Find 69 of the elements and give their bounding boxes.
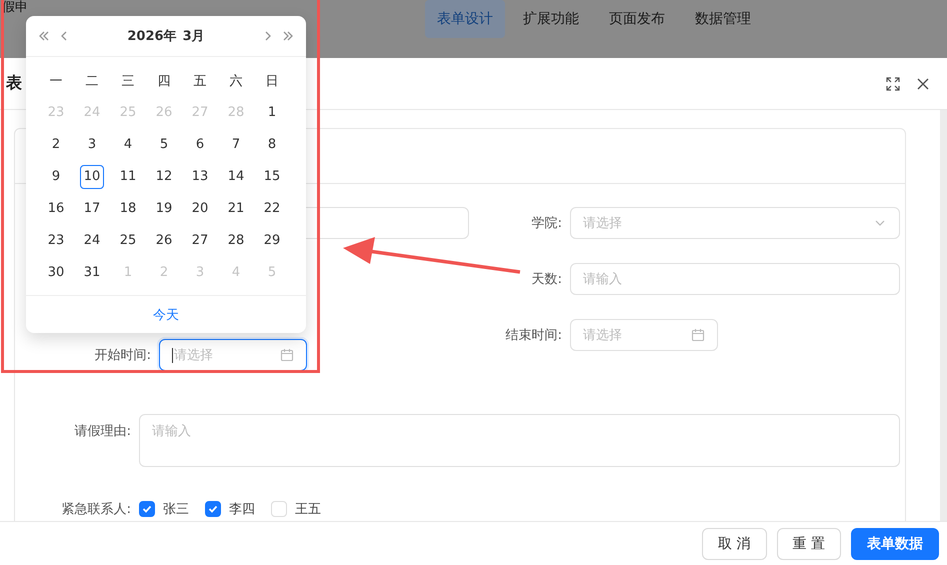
submit-button[interactable]: 表单数据 (851, 528, 939, 560)
dialog-title: 表 (6, 73, 22, 94)
nav-tab[interactable]: 数据管理 (683, 0, 763, 38)
year-label[interactable]: 2026年 (127, 27, 177, 45)
weekday-label: 三 (120, 73, 136, 91)
calendar-day[interactable]: 19 (146, 193, 182, 225)
field-label: 天数: (532, 271, 562, 288)
weekday-label: 日 (264, 73, 280, 91)
check-icon (208, 504, 218, 514)
weekday-label: 六 (228, 73, 244, 91)
checkbox-label: 张三 (163, 501, 189, 518)
calendar-day[interactable]: 7 (218, 129, 254, 161)
field-label: 结束时间: (506, 327, 562, 344)
checkbox-label: 王五 (295, 501, 321, 518)
calendar-day[interactable]: 24 (74, 225, 110, 257)
calendar-day[interactable]: 2 (38, 129, 74, 161)
month-label[interactable]: 3月 (182, 27, 205, 45)
calendar-day[interactable]: 8 (254, 129, 290, 161)
calendar-day[interactable]: 31 (74, 257, 110, 289)
calendar-day[interactable]: 15 (254, 161, 290, 193)
placeholder-text: 请选择 (583, 327, 622, 344)
calendar-day[interactable]: 4 (110, 129, 146, 161)
calendar-icon (691, 328, 705, 342)
placeholder-text: 请选择 (583, 215, 622, 232)
today-link[interactable]: 今天 (153, 306, 179, 324)
calendar-day[interactable]: 29 (254, 225, 290, 257)
nav-tab[interactable]: 扩展功能 (511, 0, 591, 38)
placeholder-text: 请输入 (152, 424, 191, 439)
calendar-day[interactable]: 26 (146, 225, 182, 257)
nav-tab[interactable]: 页面发布 (597, 0, 677, 38)
calendar-day[interactable]: 22 (254, 193, 290, 225)
calendar-day[interactable]: 25 (110, 225, 146, 257)
placeholder-text: 请输入 (583, 271, 622, 288)
dialog-button[interactable]: 取 消 (702, 528, 767, 560)
check-icon (142, 504, 152, 514)
calendar-day[interactable]: 17 (74, 193, 110, 225)
calendar-day[interactable]: 12 (146, 161, 182, 193)
calendar-day[interactable]: 23 (38, 225, 74, 257)
close-icon[interactable] (915, 76, 931, 92)
calendar-day[interactable]: 5 (146, 129, 182, 161)
dialog-button[interactable]: 重 置 (776, 528, 841, 560)
calendar-day[interactable]: 27 (182, 225, 218, 257)
checkbox[interactable] (205, 501, 221, 517)
calendar-day[interactable]: 21 (218, 193, 254, 225)
calendar-day[interactable]: 13 (182, 161, 218, 193)
field-label: 请假理由: (74, 423, 131, 440)
checkbox-label: 李四 (229, 501, 255, 518)
calendar-day[interactable]: 1 (254, 97, 290, 129)
fullscreen-icon[interactable] (885, 76, 901, 92)
weekday-label: 五 (192, 73, 208, 91)
weekday-label: 二 (84, 73, 100, 91)
calendar-day[interactable]: 18 (110, 193, 146, 225)
field-label: 学院: (532, 215, 562, 232)
calendar-day[interactable]: 6 (182, 129, 218, 161)
calendar-day[interactable]: 11 (110, 161, 146, 193)
calendar-icon (280, 348, 294, 362)
calendar-day[interactable]: 16 (38, 193, 74, 225)
field-label: 紧急联系人: (62, 501, 131, 518)
calendar-day[interactable]: 20 (182, 193, 218, 225)
weekday-label: 四 (156, 73, 172, 91)
calendar-day[interactable]: 9 (38, 161, 74, 193)
calendar-day[interactable]: 14 (218, 161, 254, 193)
field-label: 开始时间: (94, 347, 151, 364)
calendar-day[interactable]: 28 (218, 225, 254, 257)
checkbox[interactable] (139, 501, 155, 517)
calendar-day[interactable]: 30 (38, 257, 74, 289)
calendar-day[interactable]: 3 (74, 129, 110, 161)
weekday-label: 一 (48, 73, 64, 91)
placeholder-text: 请选择 (174, 347, 213, 364)
